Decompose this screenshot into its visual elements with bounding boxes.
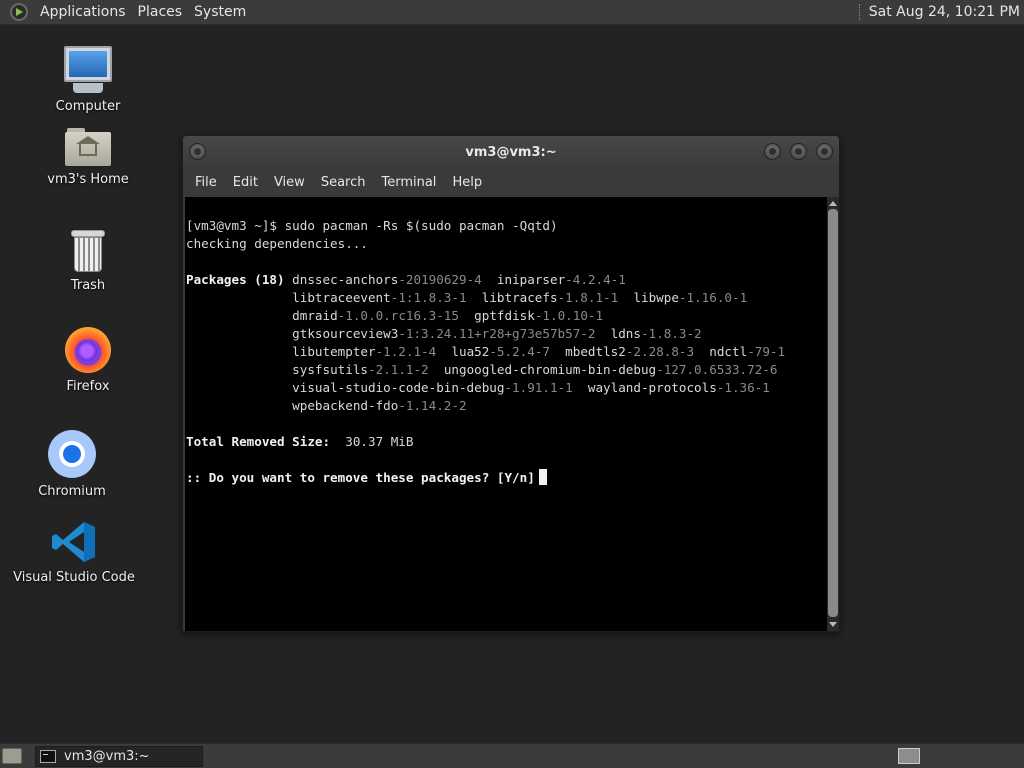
maximize-icon[interactable] — [790, 143, 807, 160]
close-icon[interactable] — [816, 143, 833, 160]
package-entry: ungoogled-chromium-bin-debug-127.0.6533.… — [443, 362, 778, 377]
terminal-scrollbar[interactable] — [827, 197, 839, 631]
package-entry: gtksourceview3-1:3.24.11+r28+g73e57b57-2 — [292, 326, 596, 341]
scrollbar-thumb[interactable] — [828, 209, 838, 617]
terminal-icon — [40, 750, 56, 763]
menu-search[interactable]: Search — [313, 175, 374, 190]
package-entry: libtraceevent-1:1.8.3-1 — [292, 290, 467, 305]
package-entry: dnssec-anchors-20190629-4 — [292, 272, 482, 287]
system-menu[interactable]: System — [188, 4, 252, 20]
menu-help[interactable]: Help — [444, 175, 490, 190]
package-entry: libutempter-1.2.1-4 — [292, 344, 437, 359]
taskbar-label: vm3@vm3:~ — [64, 749, 150, 764]
menu-terminal[interactable]: Terminal — [373, 175, 444, 190]
menu-edit[interactable]: Edit — [225, 175, 266, 190]
package-entry: wayland-protocols-1.36-1 — [587, 380, 770, 395]
package-entry: wpebackend-fdo-1.14.2-2 — [292, 398, 467, 413]
packages-header: Packages (18) — [186, 272, 285, 287]
desktop-icon-label: Trash — [70, 278, 106, 293]
package-entry: ndctl-79-1 — [709, 344, 786, 359]
desktop-icon-home[interactable]: vm3's Home — [23, 128, 153, 187]
workspace-switcher[interactable] — [898, 748, 920, 764]
scroll-up-icon[interactable] — [829, 201, 837, 206]
computer-icon — [64, 46, 112, 93]
window-titlebar[interactable]: vm3@vm3:~ — [183, 136, 839, 168]
vscode-icon — [52, 522, 95, 562]
package-entry: ldns-1.8.3-2 — [610, 326, 702, 341]
distro-logo-icon[interactable] — [10, 3, 28, 21]
clock[interactable]: Sat Aug 24, 10:21 PM — [869, 4, 1020, 20]
chromium-icon — [48, 430, 96, 478]
applications-menu[interactable]: Applications — [34, 4, 132, 20]
package-entry: sysfsutils-2.1.1-2 — [292, 362, 429, 377]
package-entry: libwpe-1.16.0-1 — [633, 290, 748, 305]
terminal-output[interactable]: [vm3@vm3 ~]$ sudo pacman -Rs $(sudo pacm… — [185, 197, 827, 631]
window-menu-icon[interactable] — [189, 143, 206, 160]
package-entry: lua52-5.2.4-7 — [451, 344, 550, 359]
scroll-down-icon[interactable] — [829, 622, 837, 627]
desktop-icon-trash[interactable]: Trash — [23, 230, 153, 293]
terminal-menubar: File Edit View Search Terminal Help — [183, 168, 839, 196]
menu-view[interactable]: View — [266, 175, 313, 190]
desktop-icon-label: Visual Studio Code — [13, 570, 135, 585]
home-folder-icon — [65, 128, 111, 166]
desktop-icon-label: Chromium — [38, 484, 106, 499]
command-line: [vm3@vm3 ~]$ sudo pacman -Rs $(sudo pacm… — [186, 218, 558, 233]
show-desktop-icon[interactable] — [2, 748, 22, 764]
total-size-value: 30.37 MiB — [345, 434, 414, 449]
package-entry: dmraid-1.0.0.rc16.3-15 — [292, 308, 459, 323]
desktop-icon-vscode[interactable]: Visual Studio Code — [9, 520, 139, 585]
top-panel: Applications Places System Sat Aug 24, 1… — [0, 0, 1024, 25]
checking-line: checking dependencies... — [186, 236, 368, 251]
trash-icon — [71, 230, 105, 272]
bottom-panel: vm3@vm3:~ — [0, 743, 1024, 768]
text-cursor — [538, 469, 547, 485]
package-entry: libtracefs-1.8.1-1 — [481, 290, 619, 305]
desktop-icon-firefox[interactable]: Firefox — [23, 327, 153, 394]
package-entry: visual-studio-code-bin-debug-1.91.1-1 — [292, 380, 573, 395]
terminal-window[interactable]: vm3@vm3:~ File Edit View Search Terminal… — [182, 135, 840, 632]
desktop-icon-label: Firefox — [66, 379, 110, 394]
desktop-icon-label: vm3's Home — [47, 172, 129, 187]
package-entry: mbedtls2-2.28.8-3 — [565, 344, 695, 359]
menu-file[interactable]: File — [187, 175, 225, 190]
firefox-icon — [65, 327, 111, 373]
confirm-prompt: :: Do you want to remove these packages?… — [186, 470, 535, 485]
total-size-label: Total Removed Size: — [186, 434, 331, 449]
desktop-icon-label: Computer — [55, 99, 121, 114]
places-menu[interactable]: Places — [132, 4, 189, 20]
package-entry: iniparser-4.2.4-1 — [496, 272, 626, 287]
package-entry: gptfdisk-1.0.10-1 — [474, 308, 604, 323]
taskbar-terminal-button[interactable]: vm3@vm3:~ — [35, 746, 203, 767]
panel-separator — [858, 4, 861, 20]
minimize-icon[interactable] — [764, 143, 781, 160]
window-title: vm3@vm3:~ — [465, 144, 557, 160]
desktop-icon-computer[interactable]: Computer — [23, 46, 153, 114]
desktop-icon-chromium[interactable]: Chromium — [7, 430, 137, 499]
